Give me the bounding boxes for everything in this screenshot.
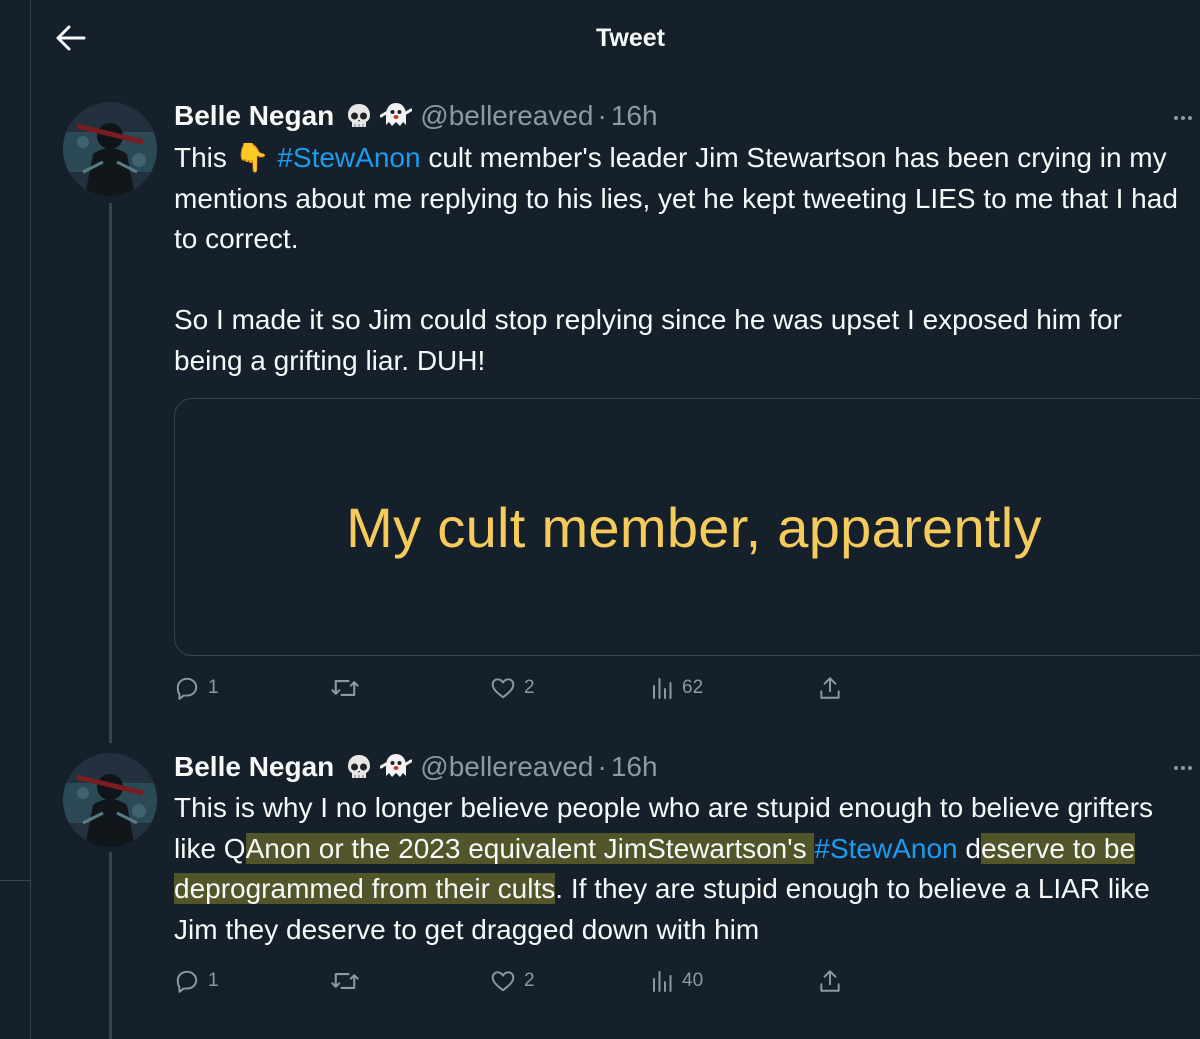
more-button[interactable]: [1168, 108, 1198, 128]
retweet-icon: [331, 680, 359, 696]
divider: [0, 880, 30, 881]
skull-icon: [348, 755, 371, 778]
tweet-column: Tweet Belle Negan @bellereaved · 16h Thi…: [30, 0, 1200, 1039]
views-button[interactable]: 40: [650, 966, 703, 996]
reply-icon: [176, 677, 198, 700]
thread-line: [109, 852, 112, 1039]
hashtag-link[interactable]: #StewAnon: [814, 833, 957, 864]
header: Tweet: [31, 0, 1200, 80]
like-icon: [491, 678, 515, 699]
more-button[interactable]: [1168, 758, 1198, 778]
name-emojis: [344, 752, 413, 782]
views-icon: [653, 971, 672, 992]
avatar[interactable]: [63, 753, 157, 847]
reply-icon: [176, 970, 198, 993]
thread-line: [109, 203, 112, 743]
like-icon: [491, 971, 515, 992]
text-segment: This 👇: [174, 142, 278, 173]
display-name[interactable]: Belle Negan: [174, 751, 334, 783]
reply-button[interactable]: 1: [174, 673, 219, 703]
hashtag-link[interactable]: #StewAnon: [277, 142, 420, 173]
timestamp[interactable]: 16h: [611, 100, 658, 132]
share-button[interactable]: [817, 966, 843, 996]
separator-dot: ·: [597, 751, 607, 782]
more-icon: [1174, 766, 1178, 770]
tweet-meta: Belle Negan @bellereaved · 16h: [174, 98, 658, 134]
tweet-paragraph: So I made it so Jim could stop replying …: [174, 304, 1122, 376]
tweet-actions: 1 2 62: [174, 673, 874, 703]
highlighted-text: Anon or the 2023 equivalent JimStewartso…: [245, 832, 815, 864]
tweet-actions: 1 2 40: [174, 966, 874, 996]
more-icon: [1174, 116, 1178, 120]
tweet-paragraph: This 👇 #StewAnon cult member's leader Ji…: [174, 138, 1194, 260]
handle[interactable]: @bellereaved: [420, 100, 593, 132]
share-icon: [820, 677, 840, 699]
retweet-button[interactable]: [330, 966, 360, 996]
name-emojis: [344, 101, 413, 131]
share-icon: [820, 970, 840, 992]
views-button[interactable]: 62: [650, 673, 703, 703]
view-count: 62: [682, 677, 704, 698]
media-card[interactable]: My cult member, apparently: [174, 398, 1200, 656]
retweet-icon: [331, 973, 359, 989]
like-button[interactable]: 2: [490, 966, 535, 996]
tweet-text: This is why I no longer believe people w…: [174, 788, 1194, 950]
tweet-paragraph: This is why I no longer believe people w…: [174, 788, 1194, 950]
view-count: 40: [682, 970, 704, 991]
like-count: 2: [524, 970, 535, 991]
ghost-icon: [380, 103, 413, 126]
tweet-text: This 👇 #StewAnon cult member's leader Ji…: [174, 138, 1194, 381]
handle[interactable]: @bellereaved: [420, 751, 593, 783]
views-icon: [653, 678, 672, 699]
reply-count: 1: [208, 970, 219, 991]
avatar-image: [63, 753, 157, 847]
separator-dot: ·: [597, 100, 607, 131]
avatar-image: [63, 102, 157, 196]
timestamp[interactable]: 16h: [611, 751, 658, 783]
page-title: Tweet: [596, 24, 665, 52]
text-segment: d: [965, 832, 981, 864]
reply-count: 1: [208, 677, 219, 698]
reply-button[interactable]: 1: [174, 966, 219, 996]
display-name[interactable]: Belle Negan: [174, 100, 334, 132]
card-text: My cult member, apparently: [346, 495, 1042, 559]
share-button[interactable]: [817, 673, 843, 703]
avatar[interactable]: [63, 102, 157, 196]
like-button[interactable]: 2: [490, 673, 535, 703]
retweet-button[interactable]: [330, 673, 360, 703]
tweet-meta: Belle Negan @bellereaved · 16h: [174, 749, 658, 785]
like-count: 2: [524, 677, 535, 698]
ghost-icon: [380, 754, 413, 777]
skull-icon: [348, 104, 371, 127]
